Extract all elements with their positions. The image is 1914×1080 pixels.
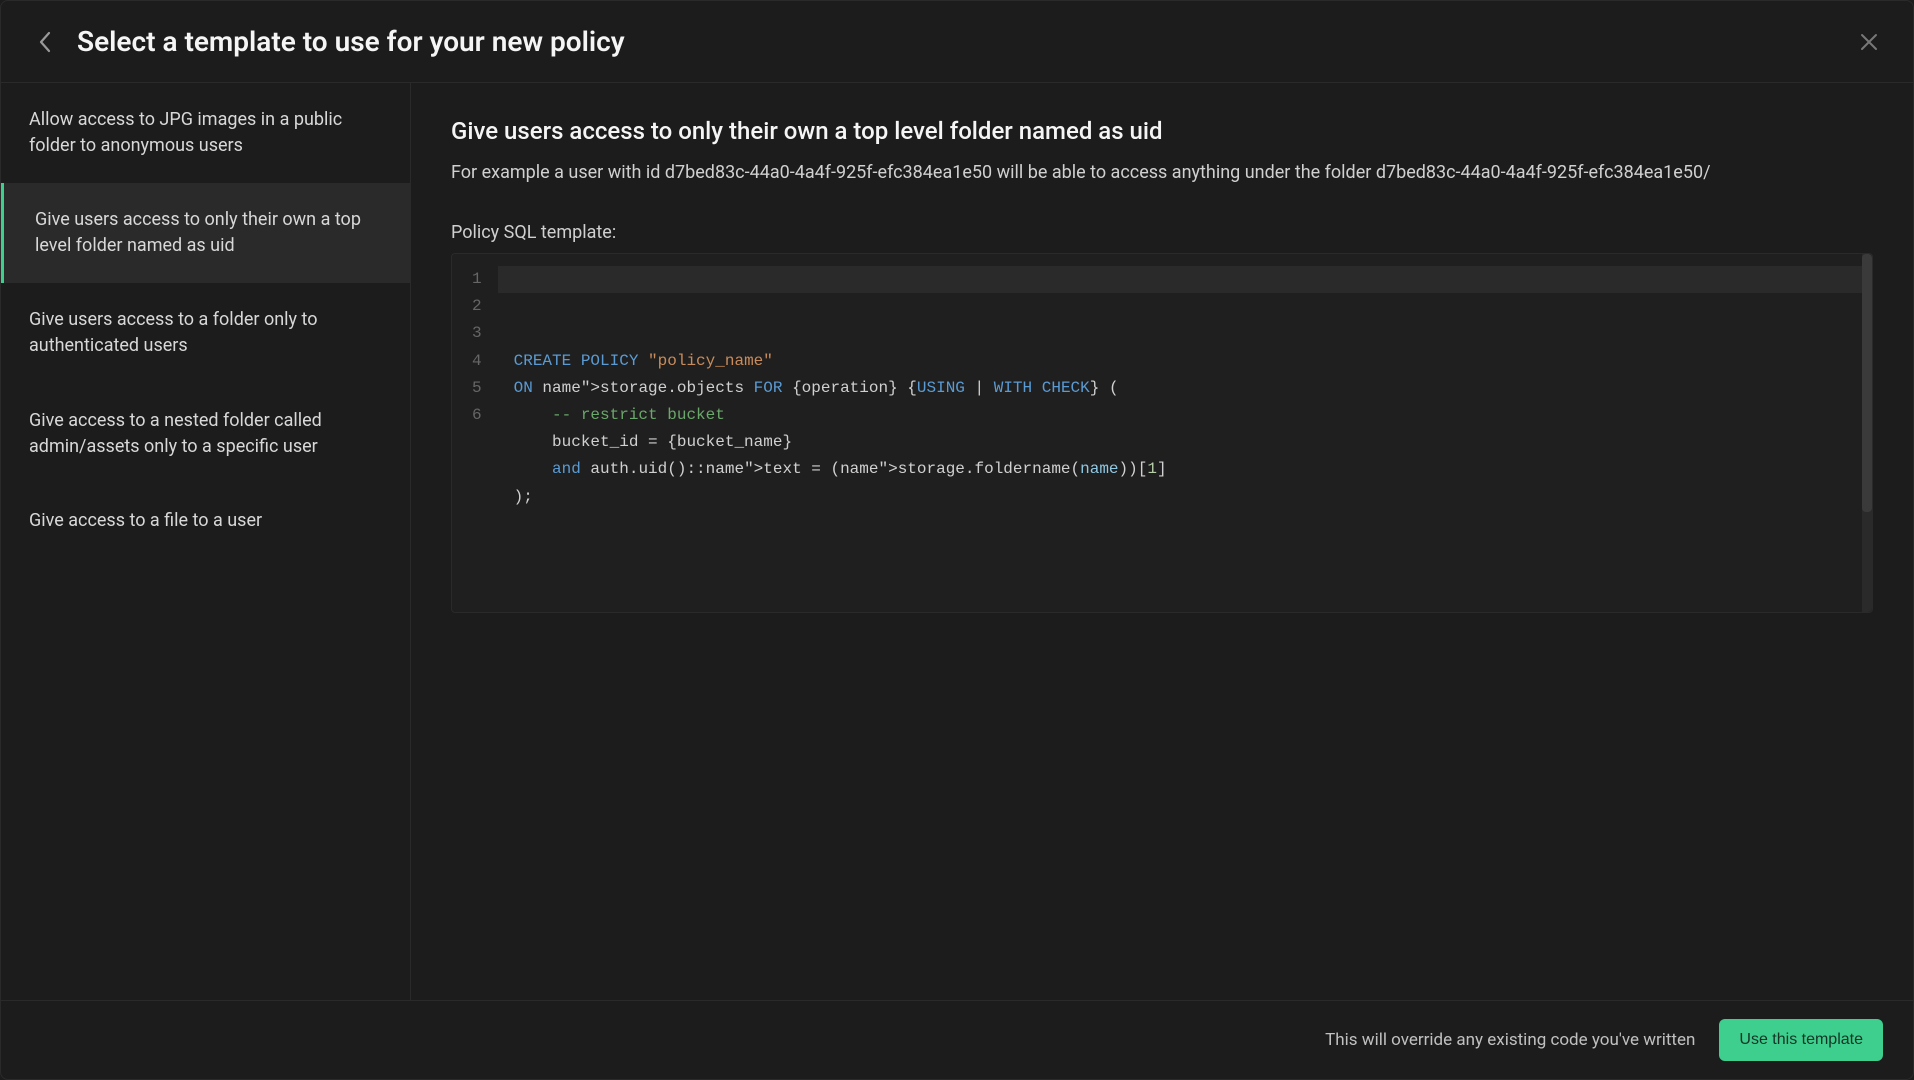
override-warning: This will override any existing code you… — [1325, 1030, 1695, 1050]
chevron-left-icon — [38, 31, 52, 53]
modal-title: Select a template to use for your new po… — [77, 25, 1855, 58]
template-detail: Give users access to only their own a to… — [411, 83, 1913, 1000]
line-gutter: 123456 — [452, 254, 498, 612]
detail-description: For example a user with id d7bed83c-44a0… — [451, 159, 1873, 186]
use-template-button[interactable]: Use this template — [1719, 1019, 1883, 1061]
template-item-4[interactable]: Give access to a file to a user — [1, 484, 410, 558]
template-item-0[interactable]: Allow access to JPG images in a public f… — [1, 83, 410, 183]
close-icon — [1859, 32, 1879, 52]
sql-template-label: Policy SQL template: — [451, 222, 1873, 243]
close-button[interactable] — [1855, 28, 1883, 56]
template-sidebar: Allow access to JPG images in a public f… — [1, 83, 411, 1000]
code-scrollbar[interactable] — [1862, 254, 1872, 612]
sql-code: CREATE POLICY "policy_name"ON name">stor… — [498, 254, 1862, 612]
modal-header: Select a template to use for your new po… — [1, 1, 1913, 83]
template-item-2[interactable]: Give users access to a folder only to au… — [1, 283, 410, 383]
back-button[interactable] — [31, 28, 59, 56]
scrollbar-thumb[interactable] — [1862, 254, 1872, 512]
template-item-3[interactable]: Give access to a nested folder called ad… — [1, 384, 410, 484]
policy-template-modal: Select a template to use for your new po… — [0, 0, 1914, 1080]
modal-body: Allow access to JPG images in a public f… — [1, 83, 1913, 1000]
modal-footer: This will override any existing code you… — [1, 1000, 1913, 1079]
detail-title: Give users access to only their own a to… — [451, 117, 1873, 145]
sql-code-editor[interactable]: 123456 CREATE POLICY "policy_name"ON nam… — [451, 253, 1873, 613]
template-item-1[interactable]: Give users access to only their own a to… — [1, 183, 410, 283]
